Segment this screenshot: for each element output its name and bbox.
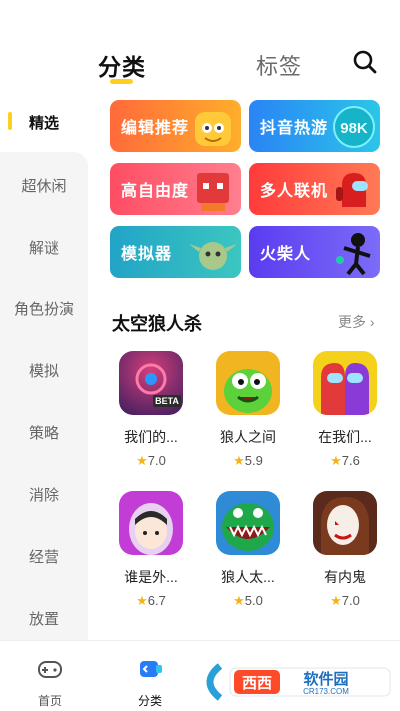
game-rating: ★7.0 <box>136 453 166 468</box>
game-name: 在我们... <box>318 429 372 445</box>
nav-home-label: 首页 <box>37 694 62 708</box>
star-icon: ★ <box>136 593 148 608</box>
sidebar-item-match[interactable]: 消除 <box>0 484 88 505</box>
category-sidebar: 精选 超休闲 解谜 角色扮演 模拟 策略 消除 经营 放置 <box>0 92 88 640</box>
game-card[interactable]: 狼人太... ★5.0 <box>208 491 288 609</box>
sidebar-list: 超休闲 解谜 角色扮演 模拟 策略 消除 经营 放置 <box>0 152 88 640</box>
mascot-icon <box>195 112 231 146</box>
nav-home[interactable]: 首页 <box>15 641 85 709</box>
svg-text:西西: 西西 <box>242 674 272 692</box>
game-rating: ★5.0 <box>233 593 263 608</box>
category-tile-editor-pick[interactable]: 编辑推荐 <box>110 100 241 152</box>
category-tile-label: 高自由度 <box>121 183 190 200</box>
game-card[interactable]: 有内鬼 ★7.0 <box>305 491 385 609</box>
game-icon <box>216 351 280 415</box>
chevron-right-icon: › <box>369 314 375 330</box>
sidebar-item-strategy[interactable]: 策略 <box>0 422 88 443</box>
cube-character-icon <box>197 173 229 211</box>
game-name: 我们的... <box>124 429 178 445</box>
nav-category[interactable]: 分类 <box>115 641 185 709</box>
sidebar-item-featured[interactable]: 精选 <box>0 92 88 152</box>
more-link[interactable]: 更多 › <box>338 312 375 332</box>
stickman-icon <box>336 233 371 276</box>
category-tile-high-freedom[interactable]: 高自由度 <box>110 163 241 215</box>
svg-text:软件园: 软件园 <box>303 670 348 688</box>
game-icon <box>313 351 377 415</box>
svg-text:BETA: BETA <box>155 396 179 406</box>
category-tile-simulator[interactable]: 模拟器 <box>110 226 241 278</box>
category-tile-label: 多人联机 <box>260 183 329 200</box>
category-tile-label: 抖音热游 <box>260 120 329 137</box>
star-icon: ★ <box>233 453 245 468</box>
sidebar-item-simulation[interactable]: 模拟 <box>0 360 88 381</box>
game-name: 谁是外... <box>124 569 178 585</box>
badge-98k-icon: 98K <box>333 106 375 148</box>
game-name: 狼人太... <box>221 569 275 585</box>
category-tile-stickman[interactable]: 火柴人 <box>249 226 380 278</box>
tab-tags[interactable]: 标签 <box>256 49 302 81</box>
game-rating: ★6.7 <box>136 593 166 608</box>
game-icon <box>313 491 377 555</box>
watermark-logo: 西西 软件园 CR173.COM <box>206 663 391 701</box>
tab-category[interactable]: 分类 <box>98 48 146 82</box>
star-icon: ★ <box>136 453 148 468</box>
category-tile-label: 编辑推荐 <box>121 120 190 137</box>
game-card[interactable]: 谁是外... ★6.7 <box>111 491 191 609</box>
game-card[interactable]: 在我们... ★7.6 <box>305 351 385 469</box>
game-rating: ★7.0 <box>330 593 360 608</box>
sidebar-item-puzzle[interactable]: 解谜 <box>0 237 88 258</box>
more-label: 更多 <box>338 314 366 330</box>
yoda-icon <box>189 242 237 270</box>
category-tile-label: 火柴人 <box>260 246 312 263</box>
star-icon: ★ <box>233 593 245 608</box>
category-tile-multiplayer[interactable]: 多人联机 <box>249 163 380 215</box>
game-card[interactable]: 狼人之间 ★5.9 <box>208 351 288 469</box>
game-rating: ★5.9 <box>233 453 263 468</box>
gamepad-icon <box>38 661 62 678</box>
sidebar-item-casual[interactable]: 超休闲 <box>0 175 88 196</box>
game-rating: ★7.6 <box>330 453 360 468</box>
category-tile-label: 模拟器 <box>121 246 173 263</box>
section-title: 太空狼人杀 <box>112 314 202 334</box>
search-icon[interactable] <box>350 47 380 77</box>
category-tile-douyin-hot[interactable]: 抖音热游 98K <box>249 100 380 152</box>
game-icon: BETA <box>119 351 183 415</box>
crewmate-icon <box>336 173 368 207</box>
sidebar-item-idle[interactable]: 放置 <box>0 608 88 629</box>
nav-category-label: 分类 <box>137 694 162 708</box>
sidebar-item-management[interactable]: 经营 <box>0 546 88 567</box>
game-icon <box>119 491 183 555</box>
star-icon: ★ <box>330 453 342 468</box>
game-icon <box>216 491 280 555</box>
svg-text:98K: 98K <box>340 120 368 137</box>
game-name: 狼人之间 <box>220 429 276 445</box>
game-card[interactable]: BETA 我们的... ★7.0 <box>111 351 191 469</box>
game-name: 有内鬼 <box>324 569 366 585</box>
category-icon <box>140 661 162 677</box>
sidebar-item-label: 精选 <box>28 115 59 132</box>
svg-text:CR173.COM: CR173.COM <box>303 687 349 696</box>
top-tab-bar: 分类 标签 <box>0 0 400 92</box>
tab-active-indicator <box>110 79 133 84</box>
star-icon: ★ <box>330 593 342 608</box>
sidebar-item-rpg[interactable]: 角色扮演 <box>0 298 88 319</box>
